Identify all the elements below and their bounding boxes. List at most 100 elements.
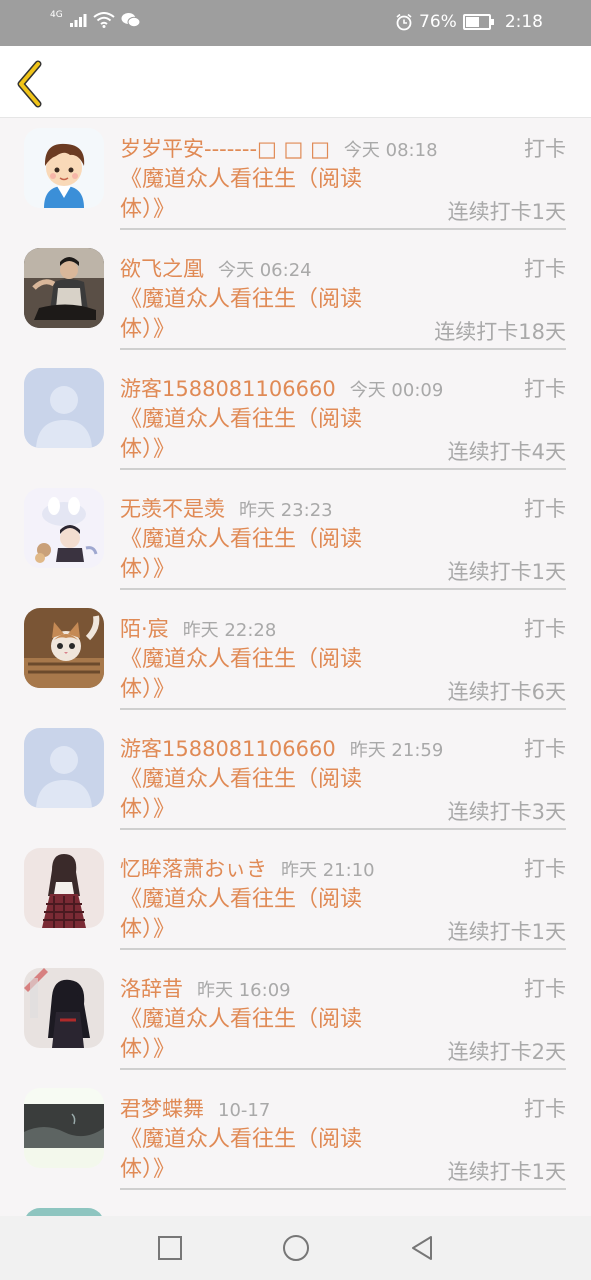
item-header: 游客1588081106660 今天 00:09 打卡 — [120, 373, 566, 403]
streak-label: 连续打卡1天 — [447, 200, 566, 224]
alarm-icon — [396, 13, 412, 31]
book-title[interactable]: 《魔道众人看往生（阅读体）》 — [120, 165, 380, 225]
book-title[interactable]: 《魔道众人看往生（阅读体）》 — [120, 1005, 380, 1065]
status-right: 76% 2:18 — [395, 12, 543, 32]
avatar[interactable] — [24, 248, 104, 328]
checkin-label[interactable]: 打卡 — [524, 133, 566, 163]
book-title[interactable]: 《魔道众人看往生（阅读体）》 — [120, 765, 380, 825]
list-item[interactable]: 欲飞之凰 今天 06:24 打卡《魔道众人看往生（阅读体）》连续打卡18天 — [0, 238, 591, 358]
checkin-time: 昨天 22:28 — [182, 620, 277, 641]
list-item[interactable]: 游客1588081106660 昨天 21:59 打卡《魔道众人看往生（阅读体）》连… — [0, 718, 591, 838]
wechat-icon — [121, 13, 141, 28]
checkin-label[interactable]: 打卡 — [524, 613, 566, 643]
wifi-icon — [93, 12, 115, 28]
list-item[interactable]: 陌·宸 昨天 22:28 打卡 《魔道众人看往生（阅读体）》 连续打卡6天 — [0, 598, 591, 718]
list-item-partial[interactable] — [0, 1198, 591, 1216]
item-content: 欲飞之凰 今天 06:24 打卡《魔道众人看往生（阅读体）》连续打卡18天 — [120, 238, 566, 350]
book-title[interactable]: 《魔道众人看往生（阅读体）》 — [120, 645, 380, 705]
avatar[interactable] — [24, 608, 104, 688]
checkin-label[interactable]: 打卡 — [524, 853, 566, 883]
list-item[interactable]: 忆眸落萧おぃき 昨天 21:10 打卡《魔道众人看往生（阅读体）》连续打卡1天 — [0, 838, 591, 958]
checkin-label[interactable]: 打卡 — [524, 733, 566, 763]
item-header: 忆眸落萧おぃき 昨天 21:10 打卡 — [120, 853, 566, 883]
item-content: 洛辞昔 昨天 16:09 打卡《魔道众人看往生（阅读体）》连续打卡2天 — [120, 958, 566, 1070]
streak-label: 连续打卡1天 — [447, 1160, 566, 1184]
list-item[interactable]: 洛辞昔 昨天 16:09 打卡《魔道众人看往生（阅读体）》连续打卡2天 — [0, 958, 591, 1078]
book-title[interactable]: 《魔道众人看往生（阅读体）》 — [120, 405, 380, 465]
chevron-left-icon — [17, 60, 42, 108]
streak-label: 连续打卡1天 — [447, 560, 566, 584]
user-name[interactable]: 岁岁平安-------□ □ □ — [120, 137, 330, 161]
list-item[interactable]: 无羡不是羡 昨天 23:23 打卡《魔道众人看往生（阅读体）》连续打卡1天 — [0, 478, 591, 598]
recent-apps-button[interactable] — [155, 1233, 185, 1263]
battery-percent: 76% — [419, 12, 457, 32]
checkin-time: 昨天 21:59 — [349, 740, 444, 761]
back-button[interactable] — [10, 56, 56, 108]
avatar[interactable] — [24, 848, 104, 928]
user-name[interactable]: 游客1588081106660 — [120, 737, 336, 761]
checkin-label[interactable]: 打卡 — [524, 973, 566, 1003]
network-type-label: 4G — [50, 10, 63, 20]
item-content: 无羡不是羡 昨天 23:23 打卡《魔道众人看往生（阅读体）》连续打卡1天 — [120, 478, 566, 590]
app-bar — [0, 46, 591, 118]
user-name[interactable]: 游客1588081106660 — [120, 377, 336, 401]
book-title[interactable]: 《魔道众人看往生（阅读体）》 — [120, 285, 380, 345]
item-content: 忆眸落萧おぃき 昨天 21:10 打卡《魔道众人看往生（阅读体）》连续打卡1天 — [120, 838, 566, 950]
list-item[interactable]: 岁岁平安-------□ □ □ 今天 08:18 打卡《魔道众人看往生（阅读体）》… — [0, 118, 591, 238]
avatar[interactable] — [24, 368, 104, 448]
checkin-time: 今天 08:18 — [343, 140, 438, 161]
triangle-back-icon — [412, 1236, 432, 1260]
avatar[interactable] — [24, 488, 104, 568]
checkin-label[interactable]: 打卡 — [524, 493, 566, 523]
item-header: 岁岁平安-------□ □ □ 今天 08:18 打卡 — [120, 133, 566, 163]
system-back-button[interactable] — [407, 1233, 437, 1263]
item-content: 游客1588081106660 今天 00:09 打卡《魔道众人看往生（阅读体）》连… — [120, 358, 566, 470]
item-content: 游客1588081106660 昨天 21:59 打卡《魔道众人看往生（阅读体）》连… — [120, 718, 566, 830]
checkin-label[interactable]: 打卡 — [524, 253, 566, 283]
item-header: 君梦蝶舞 10-17 打卡 — [120, 1093, 566, 1123]
user-name[interactable]: 君梦蝶舞 — [120, 1097, 204, 1121]
item-content: 岁岁平安-------□ □ □ 今天 08:18 打卡《魔道众人看往生（阅读体）》… — [120, 118, 566, 230]
signal-icon — [69, 14, 87, 27]
checkin-list[interactable]: 岁岁平安-------□ □ □ 今天 08:18 打卡 《魔道众人看往生（阅读体）》… — [0, 118, 591, 1216]
checkin-time: 昨天 23:23 — [239, 500, 333, 521]
status-left: 4G — [50, 10, 141, 28]
avatar[interactable] — [24, 128, 104, 208]
checkin-time: 今天 06:24 — [218, 260, 312, 281]
item-header: 陌·宸 昨天 22:28 打卡 — [120, 613, 566, 643]
avatar[interactable] — [24, 728, 104, 808]
checkin-time: 昨天 16:09 — [197, 980, 291, 1001]
checkin-label[interactable]: 打卡 — [524, 1093, 566, 1123]
status-bar: 4G 76% 2:18 — [0, 0, 591, 46]
book-title[interactable]: 《魔道众人看往生（阅读体）》 — [120, 1125, 380, 1185]
item-header: 洛辞昔 昨天 16:09 打卡 — [120, 973, 566, 1003]
book-title[interactable]: 《魔道众人看往生（阅读体）》 — [120, 885, 380, 945]
avatar[interactable] — [24, 1208, 104, 1216]
book-title[interactable]: 《魔道众人看往生（阅读体）》 — [120, 525, 380, 585]
checkin-time: 今天 00:09 — [349, 380, 444, 401]
streak-label: 连续打卡18天 — [434, 320, 566, 344]
avatar[interactable] — [24, 968, 104, 1048]
user-name[interactable]: 洛辞昔 — [120, 977, 183, 1001]
streak-label: 连续打卡2天 — [447, 1040, 566, 1064]
item-header: 游客1588081106660 昨天 21:59 打卡 — [120, 733, 566, 763]
checkin-label[interactable]: 打卡 — [524, 373, 566, 403]
user-name[interactable]: 陌·宸 — [120, 617, 169, 641]
streak-label: 连续打卡3天 — [447, 800, 566, 824]
streak-label: 连续打卡4天 — [447, 440, 566, 464]
streak-label: 连续打卡1天 — [447, 920, 566, 944]
avatar[interactable] — [24, 1088, 104, 1168]
square-icon — [158, 1236, 182, 1260]
list-item[interactable]: 君梦蝶舞 10-17 打卡 《魔道众人看往生（阅读体）》连续打卡1天 — [0, 1078, 591, 1198]
home-button[interactable] — [281, 1233, 311, 1263]
circle-icon — [283, 1235, 309, 1261]
item-header: 无羡不是羡 昨天 23:23 打卡 — [120, 493, 566, 523]
user-name[interactable]: 欲飞之凰 — [120, 257, 204, 281]
system-nav-bar — [0, 1216, 591, 1280]
battery-icon — [462, 14, 494, 30]
user-name[interactable]: 无羡不是羡 — [120, 497, 225, 521]
list-item[interactable]: 游客1588081106660 今天 00:09 打卡《魔道众人看往生（阅读体）》连… — [0, 358, 591, 478]
user-name[interactable]: 忆眸落萧おぃき — [120, 857, 267, 881]
checkin-time: 昨天 21:10 — [281, 860, 375, 881]
item-content: 陌·宸 昨天 22:28 打卡 《魔道众人看往生（阅读体）》 连续打卡6天 — [120, 598, 566, 710]
